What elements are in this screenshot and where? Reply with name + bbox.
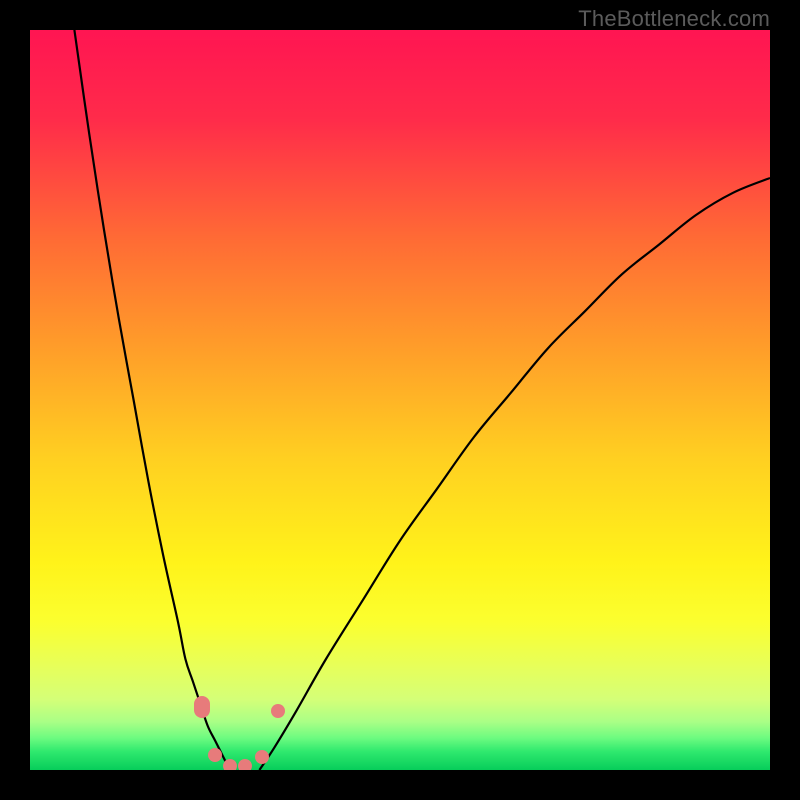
data-marker bbox=[255, 750, 269, 764]
curve-layer bbox=[30, 30, 770, 770]
curve-left-branch bbox=[74, 30, 229, 770]
data-marker bbox=[238, 759, 252, 770]
data-marker bbox=[223, 759, 237, 770]
chart-frame: TheBottleneck.com bbox=[0, 0, 800, 800]
curve-right-branch bbox=[259, 178, 770, 770]
data-marker bbox=[194, 696, 210, 718]
plot-area bbox=[30, 30, 770, 770]
watermark-text: TheBottleneck.com bbox=[578, 6, 770, 32]
data-marker bbox=[271, 704, 285, 718]
